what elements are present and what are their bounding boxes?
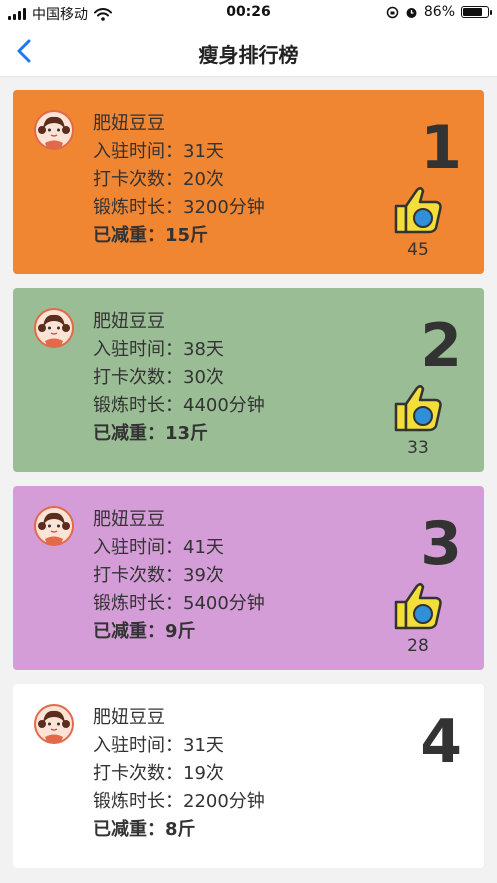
rotation-lock-icon (386, 6, 399, 18)
ranking-card: 肥妞豆豆 入驻时间：38天 打卡次数：30次 锻炼时长：4400分钟 已减重：1… (13, 288, 484, 472)
avatar (34, 308, 74, 348)
thumbs-up-icon[interactable] (390, 380, 446, 436)
rank-number: 1 (420, 113, 462, 183)
battery-percent: 86% (423, 4, 455, 20)
nav-bar: 瘦身排行榜 (0, 26, 497, 77)
status-bar: 中国移动 00:26 86% (0, 0, 497, 26)
avatar (34, 506, 74, 546)
thumbs-up-icon[interactable] (390, 182, 446, 238)
checkin-count: 打卡次数：30次 (93, 367, 224, 388)
member-info: 肥妞豆豆 入驻时间：41天 打卡次数：39次 锻炼时长：5400分钟 已减重：9… (93, 506, 265, 646)
weight-lost: 已减重：9斤 (93, 621, 196, 642)
member-name: 肥妞豆豆 (93, 311, 165, 332)
ranking-card: 肥妞豆豆 入驻时间：41天 打卡次数：39次 锻炼时长：5400分钟 已减重：9… (13, 486, 484, 670)
member-name: 肥妞豆豆 (93, 113, 165, 134)
join-days: 入驻时间：41天 (93, 537, 224, 558)
rank-number: 3 (420, 509, 462, 579)
member-name: 肥妞豆豆 (93, 707, 165, 728)
page-title: 瘦身排行榜 (198, 43, 299, 67)
avatar (34, 110, 74, 150)
exercise-duration: 锻炼时长：5400分钟 (93, 593, 265, 614)
alarm-icon (406, 7, 417, 18)
exercise-duration: 锻炼时长：3200分钟 (93, 197, 265, 218)
join-days: 入驻时间：31天 (93, 735, 224, 756)
member-info: 肥妞豆豆 入驻时间：38天 打卡次数：30次 锻炼时长：4400分钟 已减重：1… (93, 308, 265, 448)
join-days: 入驻时间：38天 (93, 339, 224, 360)
avatar (34, 704, 74, 744)
exercise-duration: 锻炼时长：2200分钟 (93, 791, 265, 812)
member-info: 肥妞豆豆 入驻时间：31天 打卡次数：20次 锻炼时长：3200分钟 已减重：1… (93, 110, 265, 250)
weight-lost: 已减重：8斤 (93, 819, 196, 840)
like-count: 28 (407, 636, 429, 656)
weight-lost: 已减重：13斤 (93, 423, 209, 444)
like-count: 45 (407, 240, 429, 260)
checkin-count: 打卡次数：20次 (93, 169, 224, 190)
checkin-count: 打卡次数：19次 (93, 763, 224, 784)
member-info: 肥妞豆豆 入驻时间：31天 打卡次数：19次 锻炼时长：2200分钟 已减重：8… (93, 704, 265, 844)
ranking-list: 肥妞豆豆 入驻时间：31天 打卡次数：20次 锻炼时长：3200分钟 已减重：1… (13, 90, 484, 882)
exercise-duration: 锻炼时长：4400分钟 (93, 395, 265, 416)
member-name: 肥妞豆豆 (93, 509, 165, 530)
checkin-count: 打卡次数：39次 (93, 565, 224, 586)
weight-lost: 已减重：15斤 (93, 225, 209, 246)
ranking-card: 肥妞豆豆 入驻时间：31天 打卡次数：19次 锻炼时长：2200分钟 已减重：8… (13, 684, 484, 868)
rank-number: 2 (420, 311, 462, 381)
battery-fill (463, 8, 482, 16)
thumbs-up-icon[interactable] (390, 578, 446, 634)
battery-icon (461, 6, 492, 18)
like-count: 33 (407, 438, 429, 458)
join-days: 入驻时间：31天 (93, 141, 224, 162)
rank-number: 4 (420, 707, 462, 777)
status-right: 86% (386, 4, 492, 20)
ranking-card: 肥妞豆豆 入驻时间：31天 打卡次数：20次 锻炼时长：3200分钟 已减重：1… (13, 90, 484, 274)
